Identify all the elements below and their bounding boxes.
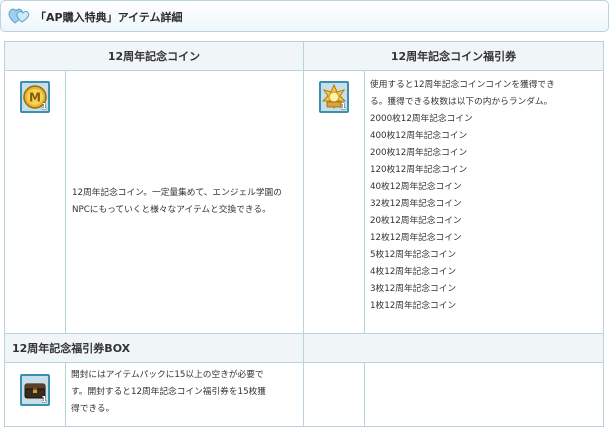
page-header: 「AP購入特典」アイテム詳細 <box>0 0 609 32</box>
box-description-line: 得できる。 <box>71 404 115 414</box>
ticket-prize-item: 120枚12周年記念コイン <box>370 165 468 175</box>
ticket-icon-cell: 1 <box>304 71 365 334</box>
ticket-prize-item: 2000枚12周年記念コイン <box>370 114 473 124</box>
gold-coin-icon[interactable]: M 1 <box>20 81 50 113</box>
ticket-prize-item: 12枚12周年記念コイン <box>370 233 462 243</box>
treasure-chest-icon[interactable]: 1 <box>20 374 50 406</box>
empty-header-cell <box>304 334 603 363</box>
ticket-prize-item: 32枚12周年記念コイン <box>370 199 462 209</box>
item-detail-table: 12周年記念コイン 12周年記念コイン福引券 M 1 12周年記念コイン。一定量… <box>4 41 604 427</box>
box-header: 12周年記念福引券BOX <box>5 334 304 363</box>
box-description-line: 開封にはアイテムパックに15以上の空きが必要で <box>71 370 264 380</box>
page-title: 「AP購入特典」アイテム詳細 <box>35 11 183 24</box>
item-count: 1 <box>41 395 47 404</box>
item-count: 1 <box>41 102 47 111</box>
column-header-coin: 12周年記念コイン <box>5 42 304 71</box>
ticket-prize-item: 400枚12周年記念コイン <box>370 131 468 141</box>
column-header-ticket: 12周年記念コイン福引券 <box>304 42 603 71</box>
golden-ticket-icon[interactable]: 1 <box>319 81 349 113</box>
coin-description: 12周年記念コイン。一定量集めて、エンジェル学園のNPCにもっていくと様々なアイ… <box>72 188 282 215</box>
ticket-prize-item: 1枚12周年記念コイン <box>370 301 457 311</box>
ticket-prize-item: 3枚12周年記念コイン <box>370 284 457 294</box>
ticket-description-line: 使用すると12周年記念コインコインを獲得でき <box>370 80 555 90</box>
coin-description-cell: 12周年記念コイン。一定量集めて、エンジェル学園のNPCにもっていくと様々なアイ… <box>66 71 304 334</box>
item-count: 1 <box>340 102 346 111</box>
empty-description-cell <box>365 363 603 426</box>
box-icon-cell: 1 <box>5 363 66 426</box>
ticket-prize-item: 40枚12周年記念コイン <box>370 182 462 192</box>
hearts-icon <box>8 8 30 24</box>
box-description-line: す。開封すると12周年記念コイン福引券を15枚獲 <box>71 387 266 397</box>
ticket-prize-item: 20枚12周年記念コイン <box>370 216 462 226</box>
empty-icon-cell <box>304 363 365 426</box>
coin-icon-cell: M 1 <box>5 71 66 334</box>
ticket-prize-item: 200枚12周年記念コイン <box>370 148 468 158</box>
ticket-description-line: る。獲得できる枚数は以下の内からランダム。 <box>370 97 553 107</box>
svg-text:M: M <box>29 91 41 105</box>
box-description-cell: 開封にはアイテムパックに15以上の空きが必要で す。開封すると12周年記念コイン… <box>66 363 304 426</box>
ticket-prize-item: 5枚12周年記念コイン <box>370 250 457 260</box>
ticket-description-cell: 使用すると12周年記念コインコインを獲得でき る。獲得できる枚数は以下の内からラ… <box>365 71 603 334</box>
ticket-prize-item: 4枚12周年記念コイン <box>370 267 457 277</box>
